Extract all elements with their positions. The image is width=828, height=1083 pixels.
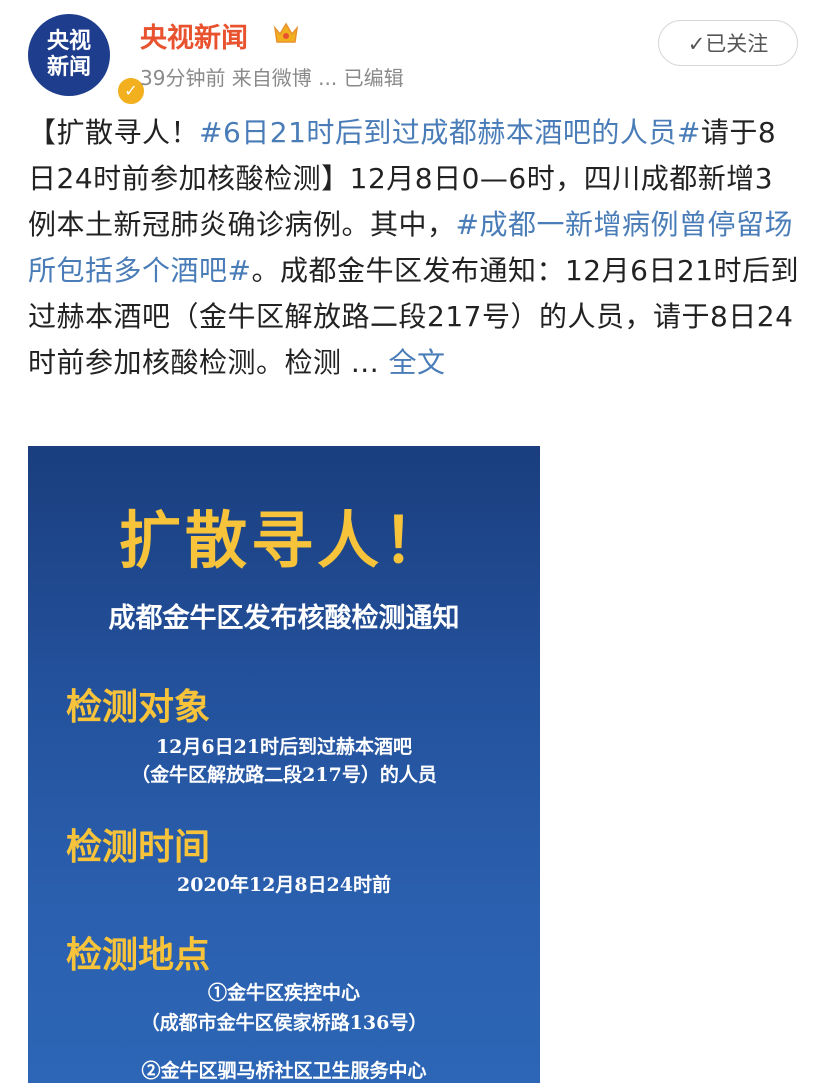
- poster-title: 扩散寻人！: [118, 504, 449, 577]
- poster-target-heading: 检测对象: [66, 686, 211, 728]
- account-name[interactable]: 央视新闻: [140, 16, 248, 55]
- avatar[interactable]: 央视 新闻 ✓: [28, 14, 146, 106]
- poster-place-1-name: ①金牛区疾控中心: [207, 982, 360, 1004]
- poster-place-1-address: （成都市金牛区侯家桥路136号）: [140, 1012, 428, 1034]
- poster-image[interactable]: 扩散寻人！ 成都金牛区发布核酸检测通知 检测对象 12月6日21时后到过赫本酒吧…: [28, 446, 540, 1083]
- hashtag-link-1[interactable]: #6日21时后到过成都赫本酒吧的人员#: [199, 116, 701, 149]
- avatar-logo-bottom: 新闻: [46, 55, 91, 80]
- poster-time-line: 2020年12月8日24时前: [177, 874, 391, 896]
- post-text-part1: 【扩散寻人！: [28, 116, 200, 149]
- follow-button[interactable]: ✓已关注: [658, 20, 798, 66]
- post-header: 央视 新闻 ✓ 央视新闻 39分钟前 来自微博 ... 已编辑 ✓已关注: [0, 0, 828, 106]
- poster-time-heading: 检测时间: [66, 826, 211, 868]
- avatar-logo-top: 央视: [46, 29, 91, 54]
- poster-subtitle: 成都金牛区发布核酸检测通知: [108, 603, 460, 634]
- poster-target-line-2: （金牛区解放路二段217号）的人员: [131, 764, 437, 786]
- post-text: 【扩散寻人！#6日21时后到过成都赫本酒吧的人员#请于8日24时前参加核酸检测】…: [28, 110, 800, 386]
- poster-place-heading: 检测地点: [66, 934, 211, 976]
- post-meta: 39分钟前 来自微博 ... 已编辑: [140, 66, 404, 90]
- read-more-link[interactable]: 全文: [389, 346, 446, 379]
- poster-place-2-name: ②金牛区驷马桥社区卫生服务中心: [141, 1060, 427, 1082]
- poster-target-line-1: 12月6日21时后到过赫本酒吧: [155, 736, 413, 758]
- crown-icon: [273, 22, 299, 43]
